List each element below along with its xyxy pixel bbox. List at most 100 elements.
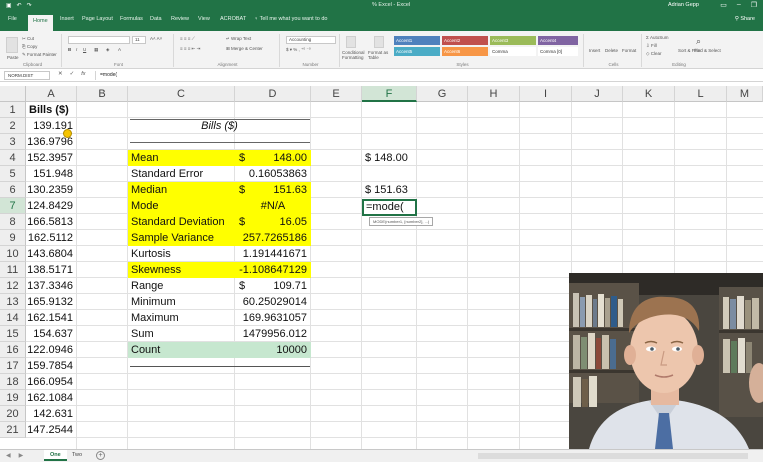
format-as-table-icon[interactable] xyxy=(374,36,384,48)
insert-cells-button[interactable]: Insert xyxy=(589,48,600,53)
stats-label-row-9[interactable]: Sample Variance xyxy=(128,230,235,246)
stats-value-row-5[interactable]: 0.16053863 xyxy=(235,166,311,182)
paste-label[interactable]: Paste xyxy=(7,55,19,60)
paste-icon[interactable] xyxy=(6,37,18,53)
cell-a18[interactable]: 166.0954 xyxy=(26,374,77,390)
stats-label-row-5[interactable]: Standard Error xyxy=(128,166,235,182)
column-header-k[interactable]: K xyxy=(623,86,675,102)
cell-a17[interactable]: 159.7854 xyxy=(26,358,77,374)
row-header-11[interactable]: 11 xyxy=(0,262,26,278)
cell-a11[interactable]: 138.5171 xyxy=(26,262,77,278)
bold-icon[interactable]: B xyxy=(68,47,71,52)
row-header-16[interactable]: 16 xyxy=(0,342,26,358)
cell-f6[interactable]: $ 151.63 xyxy=(362,182,427,198)
sheet-tab-two[interactable]: Two xyxy=(66,450,88,461)
column-header-f[interactable]: F xyxy=(362,86,417,102)
row-header-18[interactable]: 18 xyxy=(0,374,26,390)
stats-label-row-8[interactable]: Standard Deviation xyxy=(128,214,235,230)
stats-value-row-6[interactable]: $151.63 xyxy=(235,182,311,198)
cell-a15[interactable]: 154.637 xyxy=(26,326,77,342)
cell-a14[interactable]: 162.1541 xyxy=(26,310,77,326)
row-header-9[interactable]: 9 xyxy=(0,230,26,246)
format-as-table-label[interactable]: Format as Table xyxy=(368,50,390,60)
stats-value-row-9[interactable]: 257.7265186 xyxy=(235,230,311,246)
active-cell-f7[interactable]: =mode( xyxy=(362,199,417,216)
stats-value-row-14[interactable]: 169.9631057 xyxy=(235,310,311,326)
style-comma[interactable]: Comma xyxy=(490,47,536,56)
stats-value-row-15[interactable]: 1479956.012 xyxy=(235,326,311,342)
stats-label-row-16[interactable]: Count xyxy=(128,342,235,358)
column-header-e[interactable]: E xyxy=(311,86,362,102)
minimize-icon[interactable]: – xyxy=(737,1,741,9)
column-header-h[interactable]: H xyxy=(468,86,520,102)
cancel-icon[interactable]: ✕ xyxy=(58,71,63,77)
cell-a20[interactable]: 142.631 xyxy=(26,406,77,422)
column-header-m[interactable]: M xyxy=(727,86,763,102)
row-header-6[interactable]: 6 xyxy=(0,182,26,198)
font-color-icon[interactable]: A xyxy=(118,47,121,52)
stats-label-row-10[interactable]: Kurtosis xyxy=(128,246,235,262)
undo-icon[interactable]: ↶ xyxy=(17,2,22,9)
cell-a19[interactable]: 162.1084 xyxy=(26,390,77,406)
column-header-b[interactable]: B xyxy=(77,86,128,102)
cell-a9[interactable]: 162.5112 xyxy=(26,230,77,246)
format-cells-button[interactable]: Format xyxy=(622,48,636,53)
stats-label-row-15[interactable]: Sum xyxy=(128,326,235,342)
stats-label-row-11[interactable]: Skewness xyxy=(128,262,235,278)
sheet-tab-one[interactable]: One xyxy=(44,450,67,461)
stats-label-row-12[interactable]: Range xyxy=(128,278,235,294)
align-left-icons[interactable]: ≡ ≡ ≡ ⇤ ⇥ xyxy=(180,46,200,52)
tab-data[interactable]: Data xyxy=(150,16,162,22)
column-header-a[interactable]: A xyxy=(26,86,77,102)
wrap-text-button[interactable]: ↵ Wrap Text xyxy=(226,36,251,42)
conditional-formatting-icon[interactable] xyxy=(346,36,356,48)
magnifier-icon[interactable]: ⌕ xyxy=(696,36,701,47)
formula-input[interactable]: =mode( xyxy=(95,71,759,80)
tab-home[interactable]: Home xyxy=(28,15,53,31)
prev-sheet-icon[interactable]: ◀ xyxy=(6,452,11,459)
row-header-15[interactable]: 15 xyxy=(0,326,26,342)
column-header-l[interactable]: L xyxy=(675,86,727,102)
tab-view[interactable]: View xyxy=(198,16,210,22)
number-format-select[interactable]: Accounting xyxy=(286,36,336,44)
cell-a6[interactable]: 130.2359 xyxy=(26,182,77,198)
row-header-13[interactable]: 13 xyxy=(0,294,26,310)
number-format-icons[interactable]: $ ▾ % , ⁺⁰ ⁻⁰ xyxy=(286,47,311,53)
cell-a13[interactable]: 165.9132 xyxy=(26,294,77,310)
row-header-2[interactable]: 2 xyxy=(0,118,26,134)
font-grow-icon[interactable]: A˄ A˅ xyxy=(150,36,162,41)
stats-value-row-8[interactable]: $16.05 xyxy=(235,214,311,230)
tab-page-layout[interactable]: Page Layout xyxy=(82,16,113,22)
stats-label-row-6[interactable]: Median xyxy=(128,182,235,198)
stats-label-row-7[interactable]: Mode xyxy=(128,198,235,214)
stats-header[interactable]: Bills ($) xyxy=(128,118,311,134)
column-header-g[interactable]: G xyxy=(417,86,468,102)
autosum-button[interactable]: Σ AutoSum xyxy=(646,35,669,40)
fill-color-icon[interactable]: ◈ xyxy=(106,47,109,53)
style-accent3[interactable]: Accent3 xyxy=(490,36,536,45)
stats-value-row-16[interactable]: 10000 xyxy=(235,342,311,358)
font-name-select[interactable] xyxy=(68,36,130,44)
cell-f4[interactable]: $ 148.00 xyxy=(362,150,427,166)
row-header-21[interactable]: 21 xyxy=(0,422,26,438)
style-accent5[interactable]: Accent5 xyxy=(394,47,440,56)
row-header-17[interactable]: 17 xyxy=(0,358,26,374)
user-name[interactable]: Adrian Gepp xyxy=(668,2,699,8)
column-header-i[interactable]: I xyxy=(520,86,572,102)
cut-button[interactable]: ✂ Cut xyxy=(22,36,34,42)
stats-value-row-10[interactable]: 1.191441671 xyxy=(235,246,311,262)
stats-label-row-14[interactable]: Maximum xyxy=(128,310,235,326)
tell-me-search[interactable]: ♀ Tell me what you want to do xyxy=(254,16,327,22)
select-all-corner[interactable] xyxy=(0,86,26,102)
find-select-button[interactable]: Find & Select xyxy=(694,48,721,53)
row-header-19[interactable]: 19 xyxy=(0,390,26,406)
cell-a10[interactable]: 143.6804 xyxy=(26,246,77,262)
italic-icon[interactable]: I xyxy=(76,47,77,52)
cell-a1[interactable]: Bills ($) xyxy=(26,102,107,118)
font-size-select[interactable]: 11 xyxy=(132,36,146,44)
merge-center-button[interactable]: ⊞ Merge & Center xyxy=(226,46,263,52)
add-sheet-button[interactable]: + xyxy=(96,451,105,460)
row-header-4[interactable]: 4 xyxy=(0,150,26,166)
horizontal-scrollbar[interactable] xyxy=(478,453,748,459)
cell-a12[interactable]: 137.3346 xyxy=(26,278,77,294)
